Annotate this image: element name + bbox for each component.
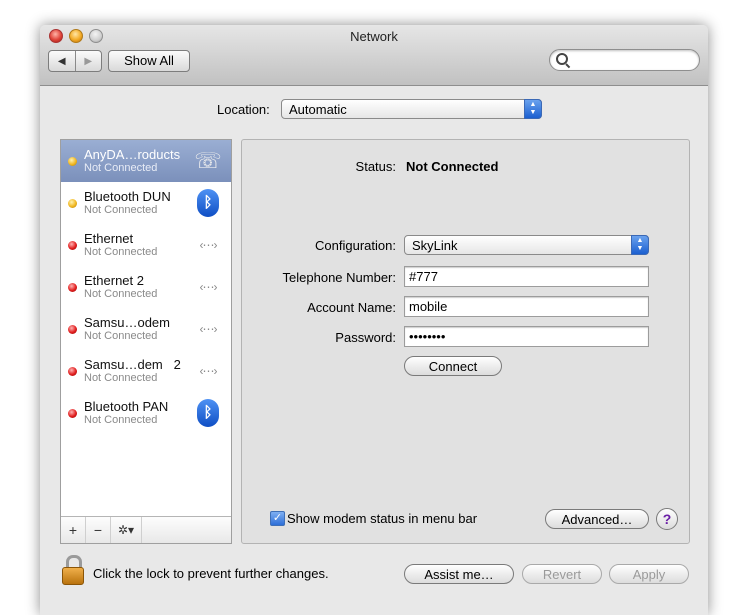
- revert-button[interactable]: Revert: [522, 564, 602, 584]
- service-name: Ethernet: [84, 231, 134, 246]
- remove-service-button[interactable]: −: [86, 517, 111, 543]
- service-item-anydata[interactable]: AnyDA…roducts Not Connected ☏: [61, 140, 231, 182]
- password-field[interactable]: ••••••••: [404, 326, 649, 347]
- service-status: Not Connected: [84, 372, 158, 384]
- search-field[interactable]: [549, 49, 700, 71]
- apply-button[interactable]: Apply: [609, 564, 689, 584]
- search-icon: [556, 53, 568, 65]
- service-item-bluetooth-pan[interactable]: Bluetooth PAN Not Connected ᛒ: [61, 392, 231, 434]
- configuration-label: Configuration:: [315, 238, 396, 253]
- service-status: Not Connected: [84, 162, 158, 174]
- service-name: Ethernet 2: [84, 273, 144, 288]
- service-item-samsung-modem[interactable]: Samsu…odem Not Connected ‹⋯›: [61, 308, 231, 350]
- service-item-samsung-modem-2[interactable]: Samsu…dem 2 Not Connected ‹⋯›: [61, 350, 231, 392]
- status-indicator-yellow: [68, 199, 77, 208]
- status-indicator-red: [68, 367, 77, 376]
- show-modem-checkbox[interactable]: ✓: [270, 511, 285, 526]
- help-button[interactable]: ?: [656, 508, 678, 530]
- telephone-field[interactable]: #777: [404, 266, 649, 287]
- connect-button[interactable]: Connect: [404, 356, 502, 376]
- status-indicator-red: [68, 283, 77, 292]
- status-indicator-red: [68, 241, 77, 250]
- ethernet-icon: ‹⋯›: [199, 322, 218, 336]
- lock-icon[interactable]: [60, 555, 86, 585]
- back-forward-control: ◀ ▶: [48, 50, 102, 72]
- service-name: Samsu…odem: [84, 315, 170, 330]
- window-title: Network: [350, 29, 398, 44]
- password-label: Password:: [335, 330, 396, 345]
- status-indicator-red: [68, 409, 77, 418]
- lock-body: [62, 567, 84, 585]
- service-status: Not Connected: [84, 246, 158, 258]
- location-label: Location:: [217, 102, 270, 117]
- service-status: Not Connected: [84, 204, 158, 216]
- service-item-ethernet[interactable]: Ethernet Not Connected ‹⋯›: [61, 224, 231, 266]
- service-item-ethernet-2[interactable]: Ethernet 2 Not Connected ‹⋯›: [61, 266, 231, 308]
- phone-modem-icon: ☏: [194, 148, 222, 173]
- status-indicator-red: [68, 325, 77, 334]
- configuration-popup[interactable]: SkyLink ▲ ▼: [404, 235, 649, 255]
- service-name: Samsu…dem 2: [84, 357, 181, 372]
- ethernet-icon: ‹⋯›: [199, 280, 218, 294]
- bluetooth-icon: ᛒ: [194, 189, 222, 217]
- service-name: Bluetooth DUN: [84, 189, 171, 204]
- popup-arrows-icon: ▲ ▼: [631, 235, 649, 255]
- ethernet-icon: ‹⋯›: [199, 364, 218, 378]
- back-arrow-icon[interactable]: ◀: [49, 51, 76, 71]
- service-name: Bluetooth PAN: [84, 399, 169, 414]
- add-service-button[interactable]: +: [61, 517, 86, 543]
- status-indicator-yellow: [68, 157, 77, 166]
- forward-arrow-icon[interactable]: ▶: [76, 51, 102, 71]
- popup-arrows-icon: ▲ ▼: [524, 99, 542, 119]
- service-item-bluetooth-dun[interactable]: Bluetooth DUN Not Connected ᛒ: [61, 182, 231, 224]
- service-list-toolbar: + − ✲▾: [61, 516, 231, 543]
- location-value: Automatic: [289, 102, 347, 117]
- search-input[interactable]: [572, 52, 690, 67]
- service-status: Not Connected: [84, 288, 158, 300]
- bluetooth-icon: ᛒ: [194, 399, 222, 427]
- ethernet-icon: ‹⋯›: [199, 238, 218, 252]
- telephone-label: Telephone Number:: [282, 270, 396, 285]
- show-all-button[interactable]: Show All: [108, 50, 190, 72]
- service-status: Not Connected: [84, 414, 158, 426]
- title-bar: Network ◀ ▶ Show All: [40, 25, 708, 86]
- account-field[interactable]: mobile: [404, 296, 649, 317]
- network-window: Network ◀ ▶ Show All Location: Automatic…: [40, 25, 708, 615]
- service-name: AnyDA…roducts: [84, 147, 181, 162]
- service-list: AnyDA…roducts Not Connected ☏ Bluetooth …: [60, 139, 232, 544]
- configuration-value: SkyLink: [412, 238, 458, 253]
- lock-message: Click the lock to prevent further change…: [93, 566, 329, 581]
- account-label: Account Name:: [307, 300, 396, 315]
- status-label: Status:: [355, 159, 396, 174]
- assist-me-button[interactable]: Assist me…: [404, 564, 514, 584]
- action-gear-button[interactable]: ✲▾: [111, 517, 142, 543]
- show-modem-label: Show modem status in menu bar: [287, 511, 478, 526]
- service-detail-pane: Status: Not Connected Configuration: Sky…: [241, 139, 690, 544]
- location-popup[interactable]: Automatic ▲ ▼: [281, 99, 542, 119]
- advanced-button[interactable]: Advanced…: [545, 509, 649, 529]
- service-status: Not Connected: [84, 330, 158, 342]
- status-value: Not Connected: [406, 159, 499, 174]
